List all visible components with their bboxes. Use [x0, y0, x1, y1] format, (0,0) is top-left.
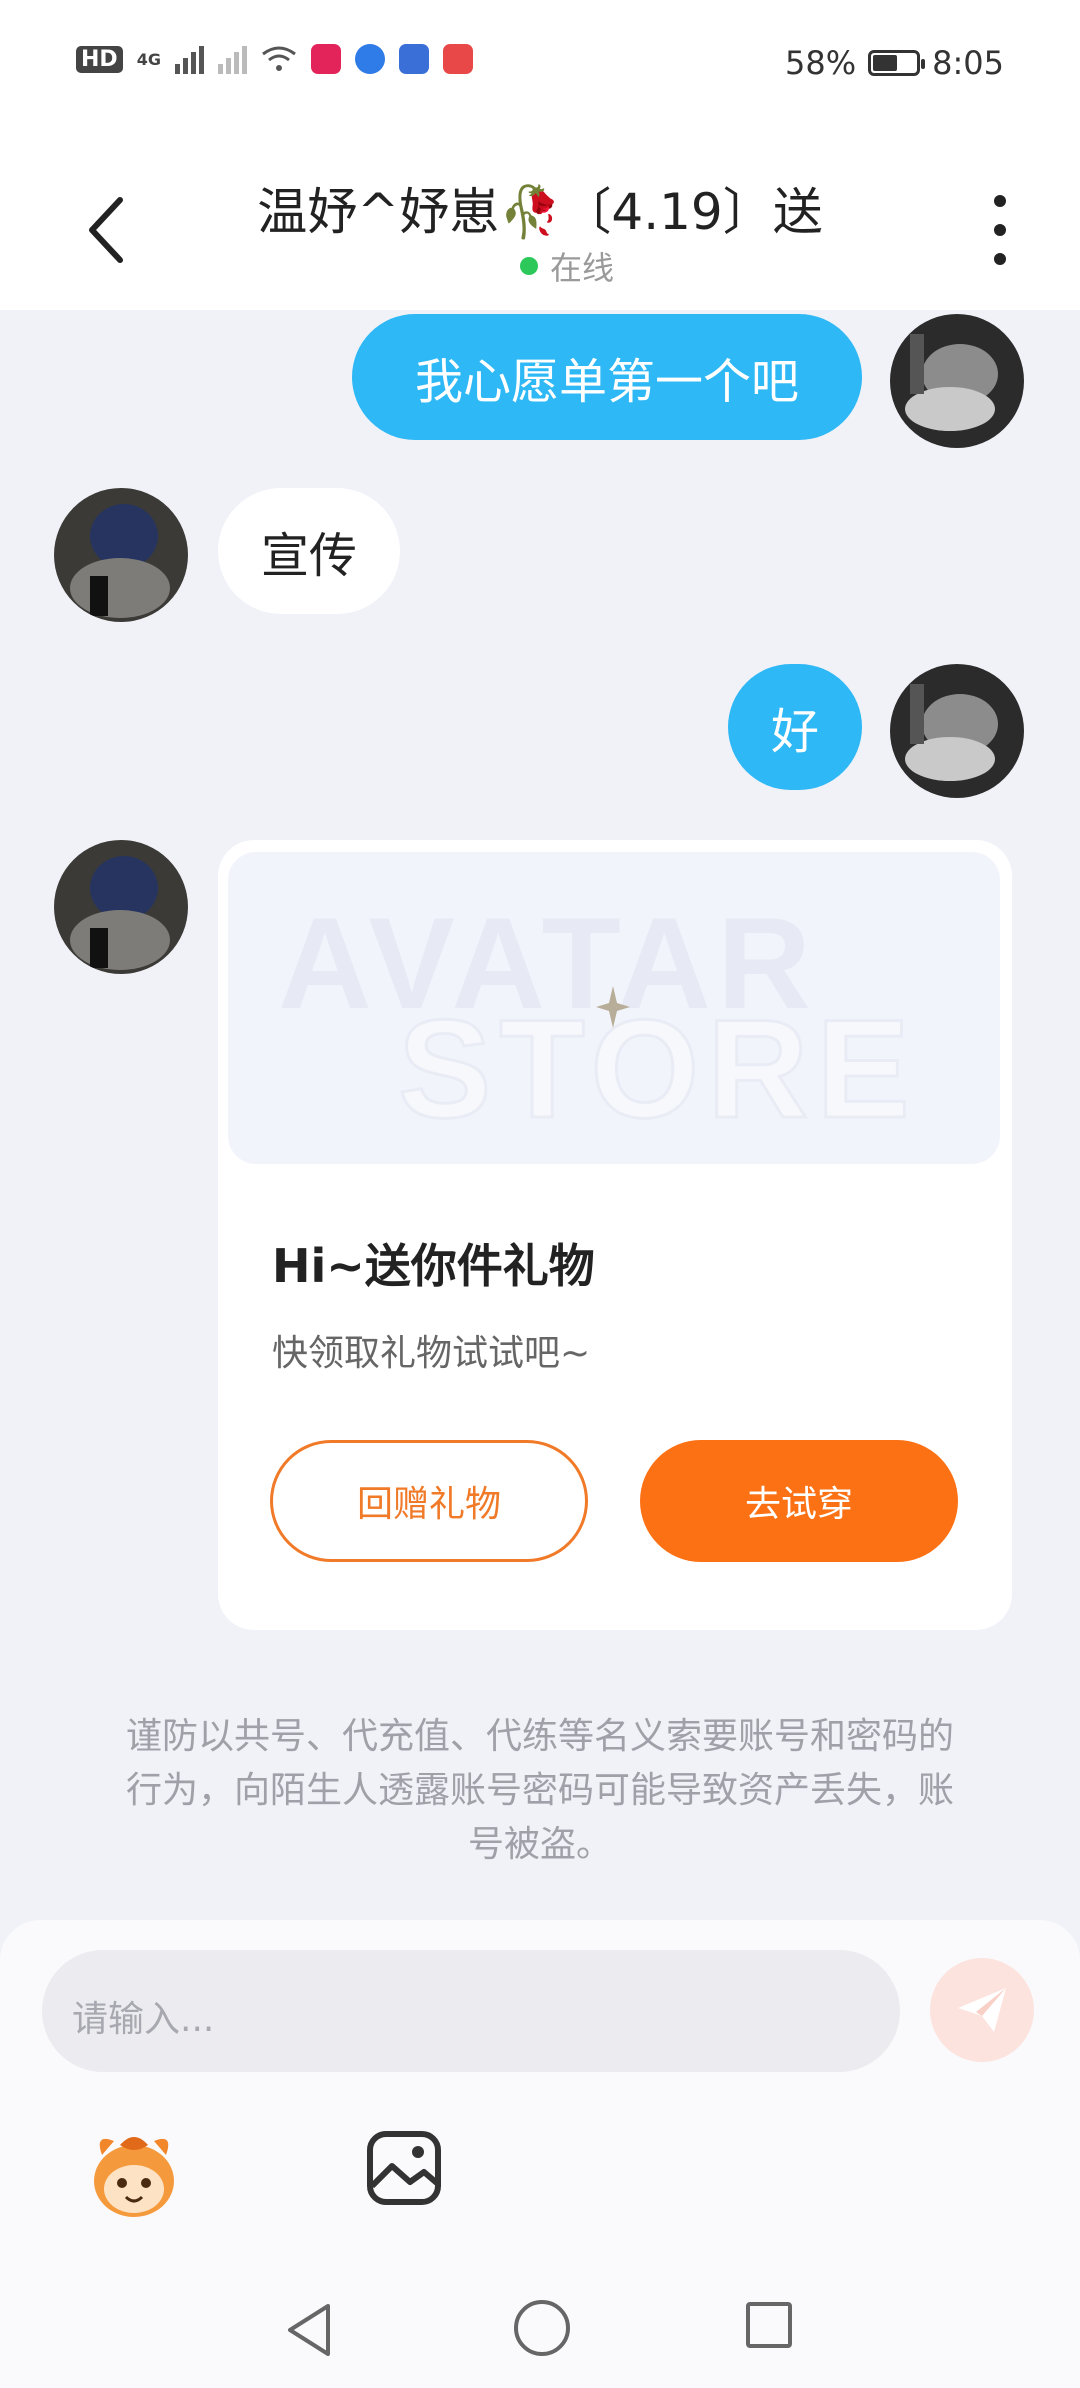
- online-status-label: 在线: [550, 249, 615, 287]
- nav-back-icon[interactable]: [282, 2300, 336, 2360]
- chevron-left-icon[interactable]: [78, 190, 138, 270]
- browser-app-icon: [354, 44, 385, 74]
- nav-home-icon[interactable]: [514, 2300, 570, 2356]
- avatar-self[interactable]: [890, 314, 1024, 448]
- security-notice: 谨防以共号、代充值、代练等名义索要账号和密码的行为，向陌生人透露账号密码可能导致…: [125, 1716, 954, 1865]
- signal-icon: [174, 44, 204, 74]
- message-input-placeholder: 请输入...: [72, 1999, 215, 2040]
- battery-fill: [873, 55, 898, 71]
- sparkle-icon: [596, 986, 630, 1028]
- avatar-self[interactable]: [890, 664, 1024, 798]
- battery-percent: 58%: [785, 44, 857, 82]
- message-bubble-self[interactable]: 我心愿单第一个吧: [352, 314, 862, 440]
- banner-watermark-store: STORE: [397, 989, 918, 1149]
- assistant-app-icon: [398, 44, 429, 74]
- avatar-contact[interactable]: [54, 840, 188, 974]
- notes-app-icon: [442, 44, 473, 74]
- message-bubble-contact[interactable]: 宣传: [218, 488, 400, 614]
- status-bar-right: 58% 8:05: [785, 44, 1004, 82]
- online-dot: [520, 257, 538, 275]
- try-on-button[interactable]: 去试穿: [640, 1440, 958, 1562]
- message-text: 宣传: [260, 528, 357, 584]
- signal-2-icon: [217, 44, 247, 74]
- more-vertical-icon[interactable]: [985, 195, 1015, 265]
- video-app-icon: [310, 44, 341, 74]
- clock: 8:05: [932, 44, 1004, 82]
- network-type-label: 4G: [136, 49, 161, 69]
- battery-icon: [868, 50, 926, 76]
- hd-badge: HD: [76, 45, 123, 73]
- status-bar-left: HD 4G: [76, 44, 473, 74]
- chat-title: 温妤^妤崽🥀〔4.19〕送: [257, 183, 823, 241]
- gift-card-banner: AVATAR STORE: [228, 852, 1000, 1164]
- return-gift-button[interactable]: 回赠礼物: [270, 1440, 588, 1562]
- online-status: 在线: [520, 243, 614, 289]
- message-text: 我心愿单第一个吧: [414, 354, 799, 410]
- message-bubble-self[interactable]: 好: [728, 664, 862, 790]
- paper-plane-icon[interactable]: [930, 1958, 1034, 2062]
- gift-card-title: Hi~送你件礼物: [272, 1239, 595, 1293]
- wifi-icon: [262, 46, 296, 71]
- nav-recent-apps-icon[interactable]: [746, 2302, 792, 2348]
- message-text: 好: [770, 704, 819, 760]
- avatar-contact[interactable]: [54, 488, 188, 622]
- image-icon[interactable]: [366, 2130, 442, 2206]
- mascot-emoji-icon[interactable]: [84, 2125, 184, 2225]
- gift-card-subtitle: 快领取礼物试试吧~: [272, 1333, 591, 1374]
